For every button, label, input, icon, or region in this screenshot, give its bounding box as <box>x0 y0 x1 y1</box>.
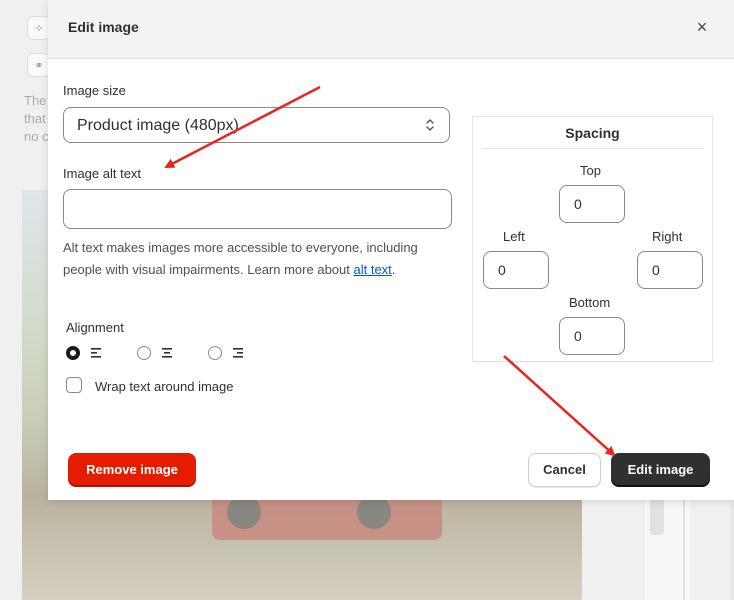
photo-wheel <box>227 495 261 529</box>
wrap-text-checkbox[interactable] <box>66 377 82 393</box>
background-scroll-thumb <box>650 495 664 535</box>
edit-image-button[interactable]: Edit image <box>611 453 710 487</box>
alt-text-input[interactable] <box>63 189 452 229</box>
spacing-left-input[interactable]: 0 <box>483 251 549 289</box>
spacing-right-label: Right <box>652 229 683 244</box>
spacing-title: Spacing <box>565 125 620 141</box>
alt-text-help: Alt text makes images more accessible to… <box>63 237 458 281</box>
alt-text-label: Image alt text <box>63 166 142 181</box>
dialog-title: Edit image <box>68 19 139 35</box>
align-left-icon <box>91 348 101 358</box>
spacing-panel: Spacing Top 0 Left 0 Right 0 Bottom 0 <box>472 116 713 362</box>
spacing-bottom-label: Bottom <box>569 295 611 310</box>
image-size-select[interactable]: Product image (480px) <box>63 107 450 143</box>
spacing-bottom-input[interactable]: 0 <box>559 317 625 355</box>
dialog-header: Edit image × <box>48 0 734 59</box>
background-body-text: The that no c <box>24 93 49 144</box>
align-right-icon <box>233 348 243 358</box>
spacing-divider <box>483 148 704 149</box>
photo-wheel <box>357 495 391 529</box>
help-text-period: . <box>391 262 396 277</box>
spacing-top-label: Top <box>580 163 601 178</box>
background-divider <box>683 495 685 600</box>
remove-image-button[interactable]: Remove image <box>68 453 196 487</box>
close-button[interactable]: × <box>692 17 712 37</box>
spacing-left-label: Left <box>503 229 525 244</box>
image-size-value: Product image (480px) <box>77 117 239 134</box>
alignment-label: Alignment <box>66 320 124 335</box>
alt-text-link[interactable]: alt text <box>353 262 391 277</box>
align-left-radio[interactable] <box>66 346 80 360</box>
cancel-button[interactable]: Cancel <box>528 453 601 487</box>
spacing-right-input[interactable]: 0 <box>637 251 703 289</box>
image-size-label: Image size <box>63 83 126 98</box>
align-right-radio[interactable] <box>208 346 222 360</box>
align-center-radio[interactable] <box>137 346 151 360</box>
spacing-top-input[interactable]: 0 <box>559 185 625 223</box>
align-center-icon <box>162 348 172 358</box>
wrap-text-label: Wrap text around image <box>95 379 234 394</box>
select-chevron-icon <box>426 119 434 131</box>
edit-image-dialog: Edit image × Image size Product image (4… <box>48 0 734 500</box>
